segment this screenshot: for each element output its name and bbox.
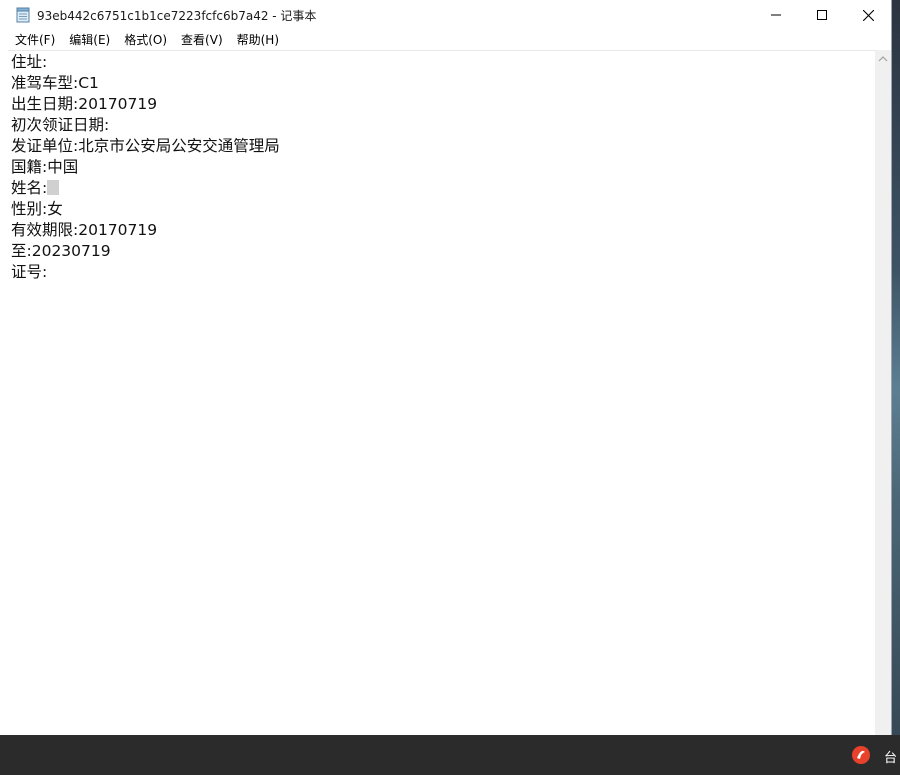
tray-text: 台 [884,751,898,766]
text-line: 至:20230719 [11,242,111,260]
maximize-icon [817,10,827,20]
text-line: 国籍:中国 [11,158,79,176]
text-line: 发证单位:北京市公安局公安交通管理局 [11,137,280,155]
taskbar: 台 [0,735,900,775]
name-label: 姓名: [11,179,48,197]
minimize-icon [771,14,781,16]
minimize-button[interactable] [753,0,799,30]
notepad-window: 93eb442c6751c1b1ce7223fcfc6b7a42 - 记事本 文… [0,0,892,735]
window-title: 93eb442c6751c1b1ce7223fcfc6b7a42 - 记事本 [37,9,317,23]
menu-view[interactable]: 查看(V) [174,30,230,50]
editor-margin [0,50,8,735]
close-icon [862,9,874,21]
menu-format[interactable]: 格式(O) [117,30,174,50]
menu-file[interactable]: 文件(F) [8,30,62,50]
text-line: 住址: [11,53,48,71]
scroll-up-arrow-icon[interactable] [878,54,888,64]
vertical-scrollbar[interactable] [875,50,891,735]
text-line: 准驾车型:C1 [11,74,99,92]
text-editor[interactable]: 住址: 准驾车型:C1 出生日期:20170719 初次领证日期: 发证单位:北… [8,50,875,735]
notepad-icon [16,7,30,23]
text-line: 证号: [11,263,48,281]
redacted-block [47,180,60,195]
maximize-button[interactable] [799,0,845,30]
window-controls [753,0,891,30]
app-tray-icon[interactable] [850,744,872,766]
title-bar[interactable]: 93eb442c6751c1b1ce7223fcfc6b7a42 - 记事本 [0,0,891,30]
menu-edit[interactable]: 编辑(E) [62,30,117,50]
menu-help[interactable]: 帮助(H) [230,30,286,50]
close-button[interactable] [845,0,891,30]
text-line: 初次领证日期: [11,116,110,134]
text-line: 出生日期:20170719 [11,95,158,113]
text-line-name: 姓名: [11,178,875,199]
menu-bar: 文件(F) 编辑(E) 格式(O) 查看(V) 帮助(H) [0,30,891,50]
text-line: 有效期限:20170719 [11,221,158,239]
text-line: 性别:女 [11,200,63,218]
